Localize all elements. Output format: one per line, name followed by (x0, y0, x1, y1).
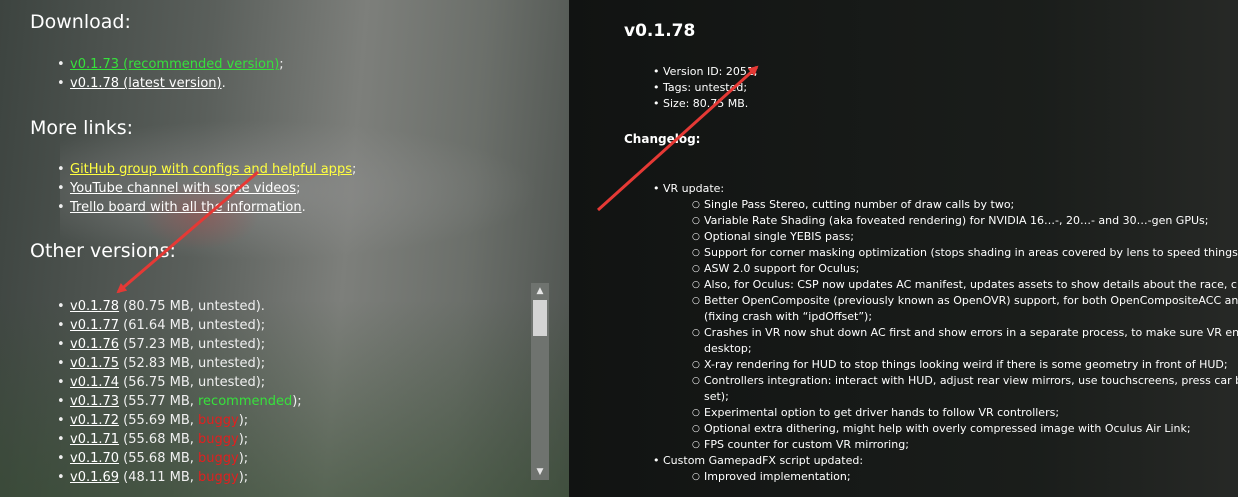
scroll-up-arrow-icon[interactable]: ▲ (531, 283, 549, 299)
version-item: v0.1.78 (80.75 MB, untested). (57, 297, 302, 316)
changelog-heading: Changelog: (624, 132, 701, 146)
version-item: v0.1.72 (55.69 MB, buggy); (57, 411, 302, 430)
version-details-end: ); (238, 413, 249, 428)
version-status-badge: buggy (198, 470, 239, 485)
changelog-list-2: Custom GamepadFX script updated: (653, 453, 863, 469)
vr-subitem: Single Pass Stereo, cutting number of dr… (692, 197, 1238, 213)
list-item: v0.1.73 (recommended version); (57, 55, 284, 74)
vr-subitem: ASW 2.0 support for Oculus; (692, 261, 1238, 277)
download-list: v0.1.73 (recommended version); v0.1.78 (… (57, 55, 284, 93)
versions-list: v0.1.78 (80.75 MB, untested).v0.1.77 (61… (57, 297, 302, 487)
version-link[interactable]: v0.1.71 (70, 432, 119, 447)
version-link[interactable]: v0.1.72 (70, 413, 119, 428)
version-link[interactable]: v0.1.75 (70, 356, 119, 371)
version-details-end: ); (238, 432, 249, 447)
youtube-link[interactable]: YouTube channel with some videos (70, 181, 296, 196)
version-item: v0.1.77 (61.64 MB, untested); (57, 316, 302, 335)
vr-subitem-continuation: set); (704, 390, 729, 403)
version-link[interactable]: v0.1.69 (70, 470, 119, 485)
version-details: (55.77 MB, (119, 394, 198, 409)
versions-scrollbar[interactable]: ▲ ▼ (531, 283, 549, 480)
version-status-badge: buggy (198, 413, 239, 428)
version-item: v0.1.73 (55.77 MB, recommended); (57, 392, 302, 411)
vr-subitem: Also, for Oculus: CSP now updates AC man… (692, 277, 1238, 293)
version-details-end: ); (238, 470, 249, 485)
vr-subitem: Support for corner masking optimization … (692, 245, 1238, 261)
vr-subitem: Optional single YEBIS pass; (692, 229, 1238, 245)
github-link[interactable]: GitHub group with configs and helpful ap… (70, 162, 352, 177)
changelog-list: VR update: (653, 181, 724, 197)
version-info-list: Version ID: 2051; Tags: untested; Size: … (653, 64, 758, 112)
vr-subitem: Experimental option to get driver hands … (692, 405, 1238, 421)
vr-subitem: X-ray rendering for HUD to stop things l… (692, 357, 1238, 373)
version-title: v0.1.78 (624, 21, 696, 41)
version-item: v0.1.69 (48.11 MB, buggy); (57, 468, 302, 487)
vr-subitem: Better OpenComposite (previously known a… (692, 293, 1238, 309)
version-id: Version ID: 2051; (653, 64, 758, 80)
version-details: (80.75 MB, untested). (119, 299, 265, 314)
list-item-tail: ; (279, 57, 284, 72)
version-item: v0.1.74 (56.75 MB, untested); (57, 373, 302, 392)
left-panel: Download: v0.1.73 (recommended version);… (0, 0, 569, 497)
list-item-tail: . (221, 76, 226, 91)
trello-link[interactable]: Trello board with all the information (70, 200, 302, 215)
list-item-tail: . (301, 200, 306, 215)
scrollbar-thumb[interactable] (533, 300, 547, 336)
more-links-list: GitHub group with configs and helpful ap… (57, 160, 356, 217)
version-size: Size: 80.75 MB. (653, 96, 758, 112)
version-item: v0.1.70 (55.68 MB, buggy); (57, 449, 302, 468)
version-link[interactable]: v0.1.74 (70, 375, 119, 390)
version-status-badge: buggy (198, 451, 239, 466)
version-item: v0.1.71 (55.68 MB, buggy); (57, 430, 302, 449)
vr-subitem: Crashes in VR now shut down AC first and… (692, 325, 1238, 341)
version-item: v0.1.76 (57.23 MB, untested); (57, 335, 302, 354)
list-item: v0.1.78 (latest version). (57, 74, 284, 93)
version-link[interactable]: v0.1.70 (70, 451, 119, 466)
version-details: (56.75 MB, untested); (119, 375, 266, 390)
version-details: (55.69 MB, (119, 413, 198, 428)
more-links-heading: More links: (30, 117, 134, 139)
version-details: (52.83 MB, untested); (119, 356, 266, 371)
version-tags: Tags: untested; (653, 80, 758, 96)
other-versions-heading: Other versions: (30, 240, 176, 262)
list-item: Trello board with all the information. (57, 198, 356, 217)
vr-update-sublist: Single Pass Stereo, cutting number of dr… (692, 197, 1238, 453)
list-item-tail: ; (296, 181, 301, 196)
version-link[interactable]: v0.1.78 (70, 299, 119, 314)
list-item: GitHub group with configs and helpful ap… (57, 160, 356, 179)
list-item: YouTube channel with some videos; (57, 179, 356, 198)
version-details: (55.68 MB, (119, 451, 198, 466)
vr-subitem-continuation: desktop; (704, 342, 752, 355)
download-latest-link[interactable]: v0.1.78 (latest version) (70, 76, 222, 91)
version-link[interactable]: v0.1.76 (70, 337, 119, 352)
version-status-badge: buggy (198, 432, 239, 447)
version-item: v0.1.75 (52.83 MB, untested); (57, 354, 302, 373)
version-details: (57.23 MB, untested); (119, 337, 266, 352)
vr-subitem: Controllers integration: interact with H… (692, 373, 1238, 389)
vr-subitem-continuation: (fixing crash with “ipdOffset”); (704, 310, 873, 323)
vr-subitem: Variable Rate Shading (aka foveated rend… (692, 213, 1238, 229)
download-recommended-link[interactable]: v0.1.73 (recommended version) (70, 57, 279, 72)
version-link[interactable]: v0.1.73 (70, 394, 119, 409)
gamepad-update-item: Custom GamepadFX script updated: (653, 453, 863, 469)
version-details-end: ); (292, 394, 302, 409)
gamepad-sublist: Improved implementation; (692, 469, 851, 485)
version-link[interactable]: v0.1.77 (70, 318, 119, 333)
right-panel: v0.1.78 Version ID: 2051; Tags: untested… (569, 0, 1238, 497)
version-status-badge: recommended (198, 394, 293, 409)
vr-update-item: VR update: (653, 181, 724, 197)
version-details: (48.11 MB, (119, 470, 198, 485)
version-details: (55.68 MB, (119, 432, 198, 447)
download-heading: Download: (30, 11, 131, 33)
list-item-tail: ; (351, 162, 357, 177)
scroll-down-arrow-icon[interactable]: ▼ (531, 464, 549, 480)
vr-subitem: Optional extra dithering, might help wit… (692, 421, 1238, 437)
version-details: (61.64 MB, untested); (119, 318, 266, 333)
version-details-end: ); (238, 451, 249, 466)
gamepad-subitem: Improved implementation; (692, 469, 851, 485)
vr-subitem: FPS counter for custom VR mirroring; (692, 437, 1238, 453)
